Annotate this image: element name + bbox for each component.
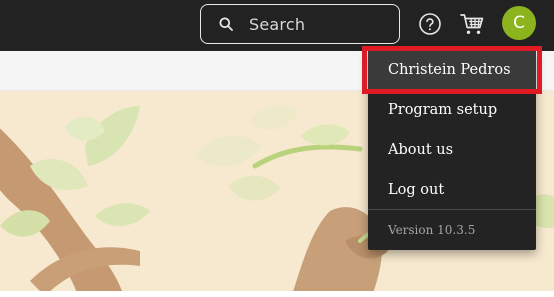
user-dropdown-menu: Christein Pedros Program setup About us … [368, 50, 536, 250]
page-bottom-strip [0, 291, 554, 297]
search-icon [219, 17, 233, 31]
user-avatar[interactable]: C [502, 6, 536, 40]
menu-item-about-us[interactable]: About us [368, 130, 536, 170]
menu-item-profile[interactable]: Christein Pedros [368, 50, 536, 90]
menu-item-log-out[interactable]: Log out [368, 170, 536, 210]
menu-item-program-setup[interactable]: Program setup [368, 90, 536, 130]
top-navigation-bar: Search C [0, 0, 554, 51]
cart-button[interactable] [459, 11, 485, 37]
search-input[interactable]: Search [249, 15, 305, 34]
version-label: Version 10.3.5 [388, 223, 476, 237]
search-box[interactable]: Search [200, 4, 400, 44]
help-button[interactable] [418, 12, 442, 36]
app-page: Search C Christein Pedros Program setup … [0, 0, 554, 297]
question-circle-icon [419, 13, 441, 35]
shopping-cart-icon [460, 14, 484, 34]
